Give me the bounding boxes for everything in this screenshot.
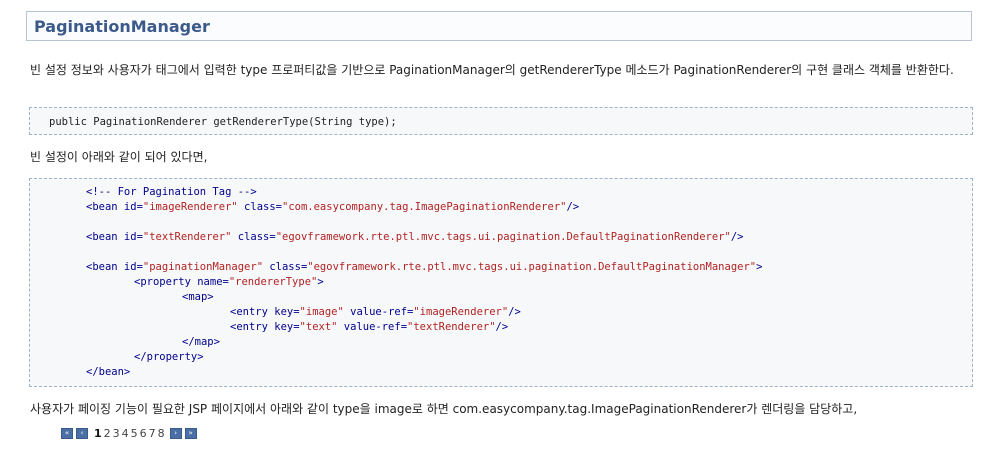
config-paragraph: 빈 설정이 아래와 같이 되어 있다면, [30,150,208,164]
usage-paragraph: 사용자가 페이징 기능이 필요한 JSP 페이지에서 아래와 같이 type을 … [30,402,858,416]
signature-text: public PaginationRenderer getRendererTyp… [49,116,397,128]
page-link-4[interactable]: 4 [122,427,129,440]
page-link-2[interactable]: 2 [104,427,111,440]
next-page-icon[interactable]: › [169,427,182,439]
first-page-icon[interactable]: « [61,427,73,439]
code-line-bean-text: <bean id="textRenderer" class="egovframe… [86,231,744,243]
code-line-comment: <!-- For Pagination Tag --> [86,186,257,198]
code-line-bean-image: <bean id="imageRenderer" class="com.easy… [86,201,580,213]
code-line-property-close: </property> [134,351,204,363]
page-link-1[interactable]: 1 [94,427,102,440]
method-signature-code: public PaginationRenderer getRendererTyp… [29,107,973,135]
code-line-map-open: <map> [182,291,214,303]
xml-config-code: <!-- For Pagination Tag --> <bean id="im… [29,178,973,387]
code-line-map-close: </map> [182,336,220,348]
intro-paragraph: 빈 설정 정보와 사용자가 태그에서 입력한 type 프로퍼티값을 기반으로 … [30,63,954,77]
pagination-preview: « ‹ 1 2 3 4 5 6 7 8 › » [61,426,200,440]
page-link-6[interactable]: 6 [140,427,147,440]
page-link-5[interactable]: 5 [131,427,138,440]
page-link-3[interactable]: 3 [113,427,120,440]
last-page-icon[interactable]: » [184,427,197,439]
prev-page-icon[interactable]: ‹ [76,427,88,439]
page-title: PaginationManager [34,17,210,36]
code-line-bean-manager: <bean id="paginationManager" class="egov… [86,261,763,273]
code-line-bean-close: </bean> [86,366,131,378]
page-link-7[interactable]: 7 [149,427,156,440]
code-line-entry-text: <entry key="text" value-ref="textRendere… [230,321,509,333]
code-line-property: <property name="rendererType"> [134,276,324,288]
page-link-8[interactable]: 8 [158,427,165,440]
code-line-entry-image: <entry key="image" value-ref="imageRende… [230,306,521,318]
section-title-box: PaginationManager [26,11,972,41]
